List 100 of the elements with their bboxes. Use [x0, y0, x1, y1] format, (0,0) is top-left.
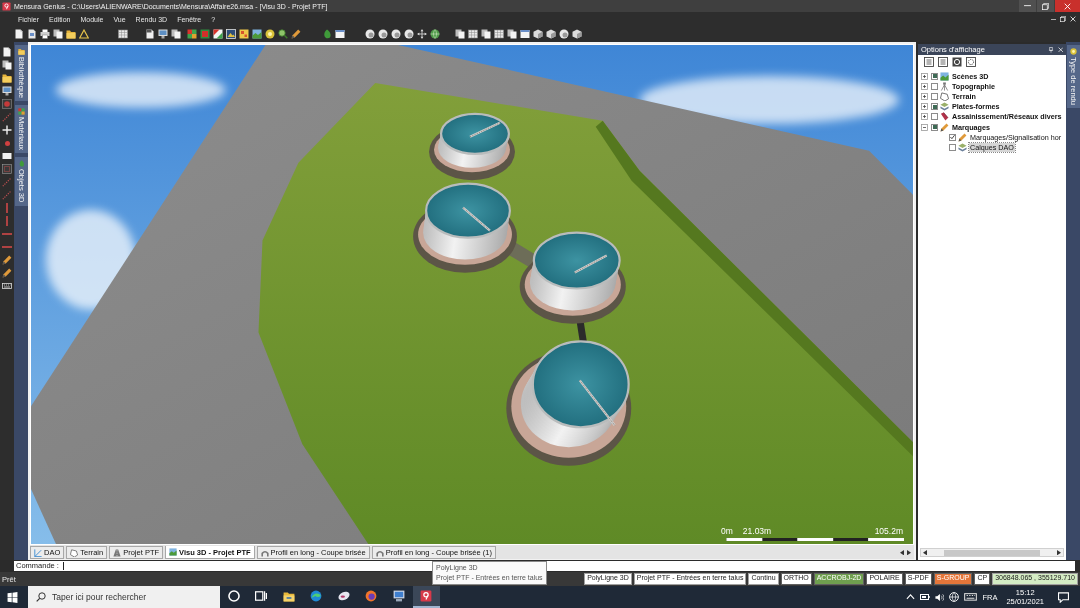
viewport[interactable]: 0m 21.03m 105.2m: [30, 44, 914, 545]
cube-icon[interactable]: [533, 29, 543, 39]
close-icon[interactable]: [1070, 16, 1076, 22]
pencil-icon: [940, 122, 949, 132]
folder-icon[interactable]: [66, 29, 76, 39]
color-grid-icon[interactable]: [187, 29, 197, 39]
cube-icon[interactable]: [572, 29, 582, 39]
triangle-icon[interactable]: [79, 29, 89, 39]
minimize-button[interactable]: [1018, 0, 1036, 12]
expand-icon[interactable]: [921, 103, 928, 111]
image-icon[interactable]: [226, 29, 236, 39]
taskbar-button[interactable]: [412, 586, 440, 608]
printer-icon[interactable]: [40, 29, 50, 39]
checkbox[interactable]: [931, 123, 938, 131]
point-icon[interactable]: [4, 140, 10, 146]
expand-icon[interactable]: [921, 113, 928, 121]
documents-icon[interactable]: [53, 29, 63, 39]
close-icon[interactable]: [1057, 46, 1063, 53]
close-button[interactable]: [1054, 0, 1080, 12]
folder-icon[interactable]: [2, 73, 12, 83]
arrow-right-icon[interactable]: [1057, 549, 1061, 556]
document-icon[interactable]: [2, 47, 12, 57]
pencil-icon[interactable]: [291, 29, 301, 39]
move-icon[interactable]: [417, 29, 427, 39]
checkbox[interactable]: [931, 103, 938, 111]
magnifier-icon[interactable]: [278, 29, 288, 39]
table-icon[interactable]: [468, 29, 478, 39]
sun-icon[interactable]: [265, 29, 275, 39]
restore-icon: [1042, 2, 1049, 10]
dashed-circle-icon[interactable]: [966, 56, 976, 67]
dotted-line-icon[interactable]: [2, 190, 12, 200]
tiles-icon[interactable]: [239, 29, 249, 39]
folder-icon: [17, 48, 25, 55]
pin-icon[interactable]: [1047, 46, 1054, 53]
keyboard-icon[interactable]: [964, 593, 978, 601]
chevron-up-icon[interactable]: [906, 594, 916, 600]
layers-icon: [940, 102, 949, 112]
restore-button[interactable]: [1036, 0, 1054, 12]
leaf-icon[interactable]: [322, 29, 332, 39]
window-icon[interactable]: [335, 29, 345, 39]
scrollbar-track[interactable]: [920, 548, 1064, 557]
checkbox[interactable]: [931, 92, 938, 100]
dotted-line-icon[interactable]: [2, 112, 12, 122]
close-icon: [1064, 2, 1071, 10]
speaker-icon[interactable]: [935, 592, 945, 602]
table-icon[interactable]: [494, 29, 504, 39]
expand-icon[interactable]: [921, 72, 928, 80]
rectangle-icon[interactable]: [2, 153, 12, 159]
pencil-icon[interactable]: [2, 255, 12, 265]
minimize-icon[interactable]: [1051, 18, 1056, 20]
cube-icon[interactable]: [546, 29, 556, 39]
arrow-left-icon[interactable]: [923, 549, 927, 556]
scale-label: 0m: [721, 526, 733, 536]
documents-icon[interactable]: [171, 29, 181, 39]
monitor-icon[interactable]: [2, 86, 12, 96]
swirl-icon: [310, 590, 323, 602]
monitor-icon[interactable]: [158, 29, 168, 39]
scale-label: 105.2m: [874, 526, 903, 536]
checkbox[interactable]: [931, 72, 938, 80]
checkbox[interactable]: [949, 133, 956, 141]
polygon-icon: [940, 91, 949, 101]
documents-icon[interactable]: [481, 29, 491, 39]
table-icon[interactable]: [118, 29, 128, 39]
list-icon[interactable]: [924, 56, 934, 67]
document-icon[interactable]: [27, 29, 37, 39]
restore-icon[interactable]: [1060, 16, 1066, 22]
arrow-right-icon[interactable]: [907, 549, 911, 556]
app-tile-icon: [2, 1, 11, 11]
expand-icon[interactable]: [921, 82, 928, 90]
checkbox[interactable]: [931, 113, 938, 121]
keyboard-icon[interactable]: [2, 283, 12, 289]
collapse-icon[interactable]: [921, 123, 928, 131]
document-icon[interactable]: [14, 29, 24, 39]
command-input[interactable]: [58, 561, 1075, 571]
documents-icon[interactable]: [507, 29, 517, 39]
documents-icon[interactable]: [455, 29, 465, 39]
search-icon: [36, 592, 46, 602]
checkbox[interactable]: [931, 82, 938, 90]
document-icon[interactable]: [145, 29, 155, 39]
expand-icon[interactable]: [921, 92, 928, 100]
flame-icon: [365, 590, 378, 602]
color-square-icon[interactable]: [200, 29, 210, 39]
documents-icon[interactable]: [2, 60, 12, 70]
window-panes-icon: [6, 591, 18, 603]
arrow-left-icon[interactable]: [900, 549, 904, 556]
search-field[interactable]: Taper ici pour rechercher: [28, 586, 220, 608]
gradient-icon[interactable]: [213, 29, 223, 39]
dotted-line-icon[interactable]: [2, 177, 12, 187]
list-icon[interactable]: [938, 56, 948, 67]
oval-icon: [337, 590, 350, 602]
pencil-icon[interactable]: [2, 268, 12, 278]
battery-icon[interactable]: [920, 594, 931, 600]
globe-icon[interactable]: [430, 29, 440, 39]
app-tile-icon: [420, 590, 433, 602]
sphere-icon[interactable]: [559, 29, 569, 39]
checkbox[interactable]: [949, 143, 956, 151]
window-icon[interactable]: [520, 29, 530, 39]
circle-icon[interactable]: [952, 56, 962, 67]
scrollbar-thumb[interactable]: [944, 549, 1040, 556]
plus-icon[interactable]: [2, 125, 12, 135]
